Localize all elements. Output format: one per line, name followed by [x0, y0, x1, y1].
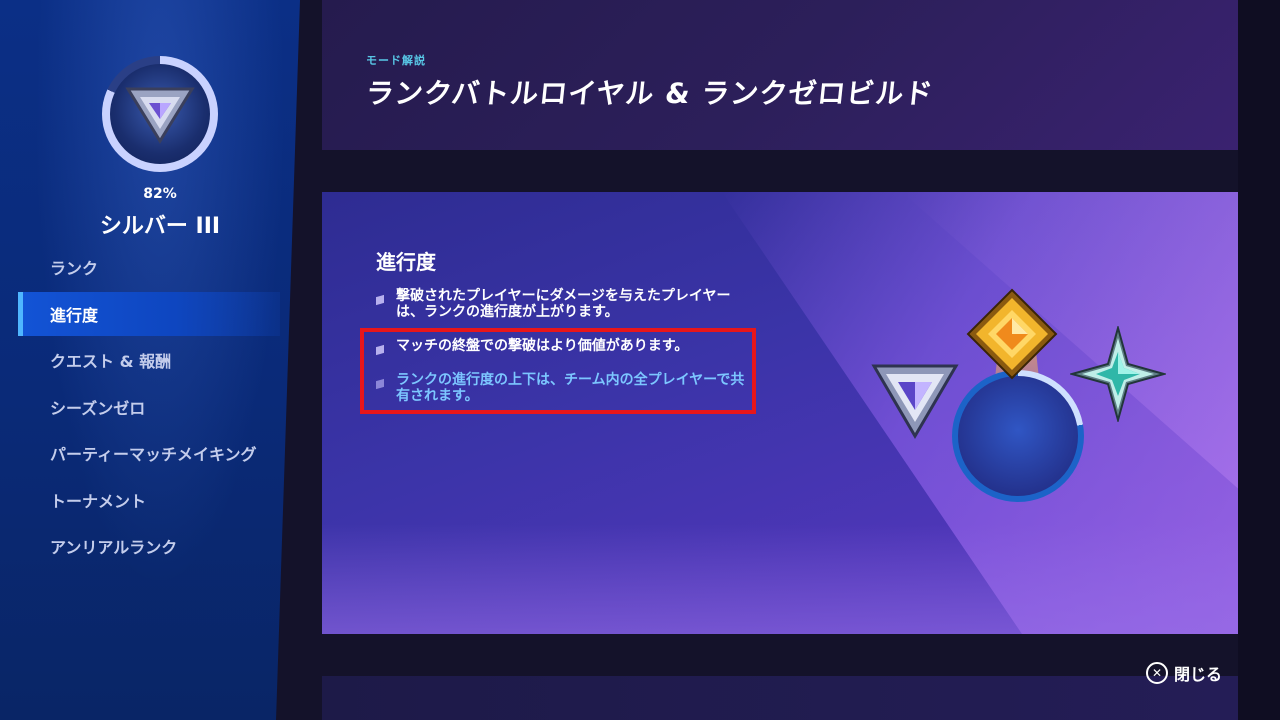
- rank-percent: 82%: [143, 186, 177, 202]
- bullet-text: 撃破されたプレイヤーにダメージを与えたプレイヤーは、ランクの進行度が上がります。: [396, 288, 731, 320]
- gold-emblem-icon: [966, 288, 1058, 380]
- highlight-box: [360, 328, 756, 414]
- header-panel: モード解説 ランクバトルロイヤル & ランクゼロビルド: [322, 0, 1238, 150]
- platinum-emblem-icon: [1070, 326, 1166, 422]
- bullet-item: 撃破されたプレイヤーにダメージを与えたプレイヤーは、ランクの進行度が上がります。: [376, 288, 746, 320]
- info-card: 進行度 撃破されたプレイヤーにダメージを与えたプレイヤーは、ランクの進行度が上が…: [322, 192, 1238, 634]
- sidebar-item-season-zero[interactable]: シーズンゼロ: [18, 385, 280, 429]
- sidebar-item-quests-rewards[interactable]: クエスト & 報酬: [18, 338, 280, 382]
- rank-progress-ring: [102, 56, 218, 172]
- emblem-progress-ring: [952, 370, 1084, 502]
- bottom-panel: [322, 676, 1238, 720]
- rank-name: シルバー III: [99, 214, 221, 239]
- close-button[interactable]: ✕ 閉じる: [1146, 660, 1222, 686]
- page-title: ランクバトルロイヤル & ランクゼロビルド: [364, 77, 936, 110]
- bullet-marker-icon: [376, 294, 384, 306]
- cross-button-icon: ✕: [1146, 662, 1168, 684]
- background-fog: [322, 524, 1238, 634]
- silver-emblem-icon: [871, 364, 959, 439]
- sidebar-item-tournaments[interactable]: トーナメント: [18, 478, 280, 522]
- right-edge: [1238, 0, 1280, 720]
- sidebar-item-unreal-rank[interactable]: アンリアルランク: [18, 524, 280, 568]
- header-subtitle: モード解説: [366, 54, 426, 67]
- section-title: 進行度: [376, 250, 436, 274]
- sidebar-item-progress[interactable]: 進行度: [18, 291, 280, 336]
- close-label: 閉じる: [1174, 665, 1223, 684]
- sidebar-item-rank[interactable]: ランク: [18, 245, 280, 289]
- sidebar-nav: ランク 進行度 クエスト & 報酬 シーズンゼロ パーティーマッチメイキング ト…: [18, 245, 280, 571]
- silver-rank-emblem-icon: [125, 87, 195, 144]
- sidebar-item-party-matchmaking[interactable]: パーティーマッチメイキング: [18, 431, 280, 475]
